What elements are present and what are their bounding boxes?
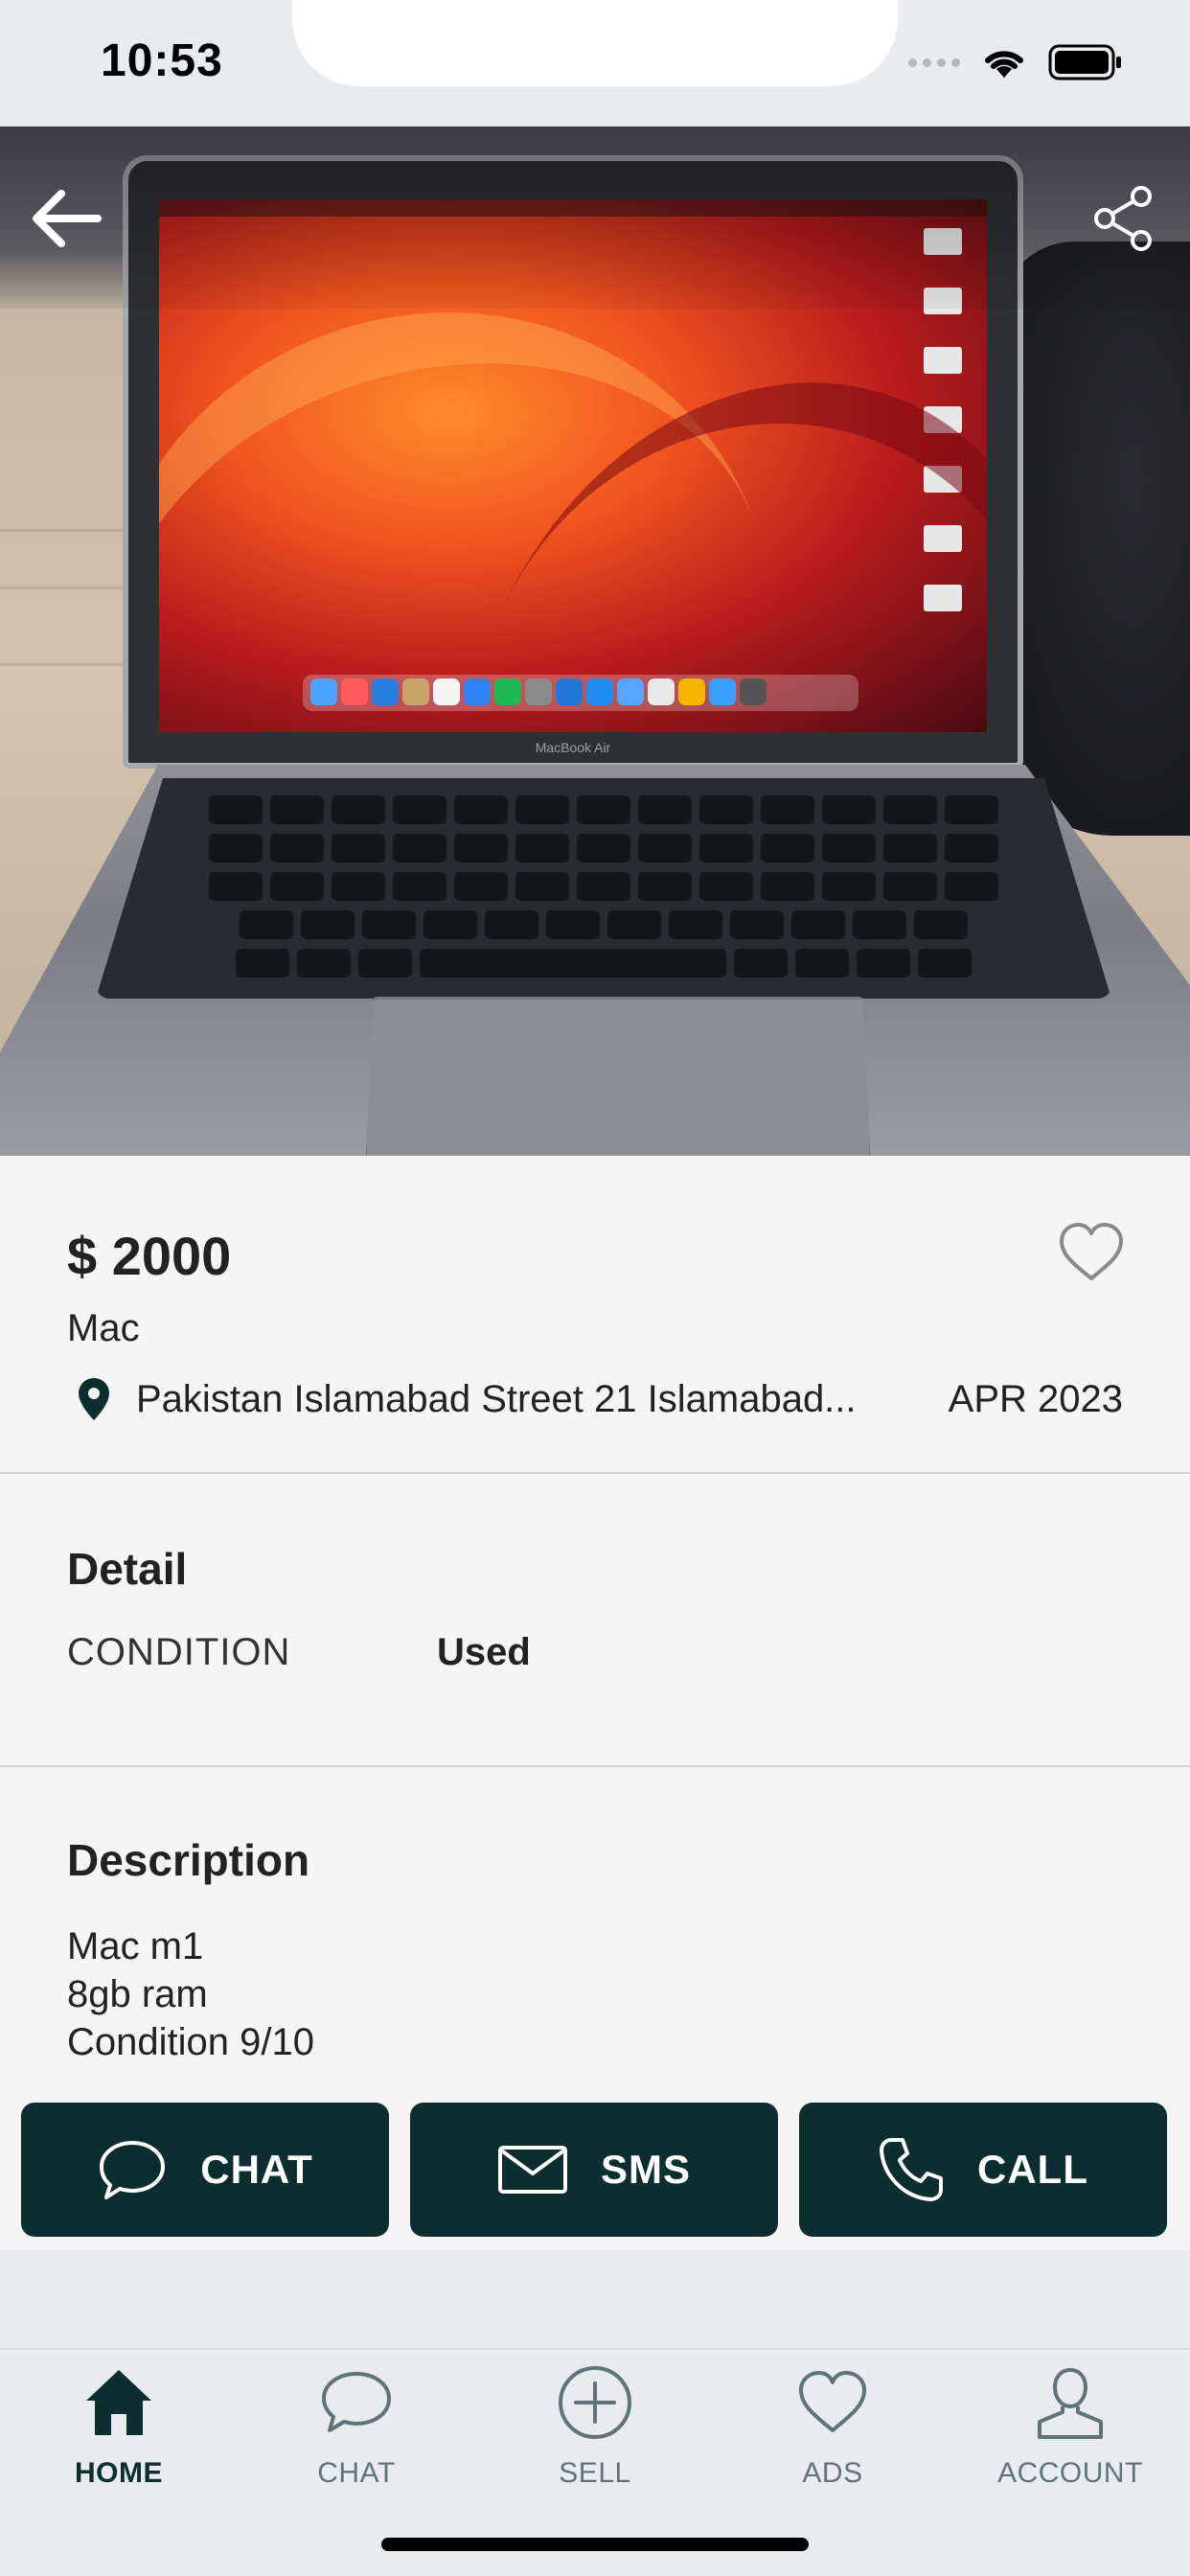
nav-label-chat: CHAT (317, 2457, 396, 2489)
home-indicator[interactable] (381, 2538, 809, 2551)
key-row (96, 949, 1111, 978)
chat-bubble-icon (100, 2141, 166, 2199)
description-line: Condition 9/10 (67, 2021, 314, 2063)
share-icon (1094, 186, 1152, 251)
listing-title: Mac (67, 1307, 140, 1349)
key-row (96, 834, 1111, 862)
share-button[interactable] (1085, 178, 1165, 259)
listing-date: APR 2023 (948, 1377, 1123, 1420)
battery-icon (1048, 44, 1121, 80)
user-icon (1029, 2361, 1111, 2444)
notch (292, 0, 898, 86)
plus-circle-icon (554, 2361, 636, 2444)
sms-button[interactable]: SMS (410, 2103, 778, 2237)
chat-button-label: CHAT (200, 2147, 313, 2192)
detail-heading: Detail (67, 1544, 188, 1594)
call-button-label: CALL (977, 2147, 1088, 2192)
nav-label-ads: ADS (802, 2457, 863, 2489)
chat-button[interactable]: CHAT (21, 2103, 389, 2237)
nav-item-chat[interactable]: CHAT (251, 2361, 462, 2505)
condition-value: Used (437, 1631, 531, 1673)
nav-label-sell: SELL (559, 2457, 631, 2489)
listing-location: Pakistan Islamabad Street 21 Islamabad..… (136, 1377, 857, 1420)
nav-item-home[interactable]: HOME (13, 2361, 224, 2505)
description-line: 8gb ram (67, 1973, 208, 2015)
description-heading: Description (67, 1835, 310, 1885)
location-row: Pakistan Islamabad Street 21 Islamabad..… (67, 1372, 1123, 1426)
listing-photo[interactable]: MacBook Air (0, 126, 1190, 1156)
divider (0, 1765, 1190, 1767)
nav-item-account[interactable]: ACCOUNT (965, 2361, 1176, 2505)
sms-button-label: SMS (600, 2147, 691, 2192)
heart-icon (1060, 1223, 1123, 1280)
phone-screen: 10:53 MacBook Air $ 2000 Mac Pakistan Is… (0, 0, 1190, 2576)
nav-label-account: ACCOUNT (997, 2457, 1143, 2489)
status-time: 10:53 (101, 35, 223, 86)
laptop-keyboard (96, 778, 1111, 999)
key-row (96, 910, 1111, 939)
nav-label-home: HOME (75, 2457, 163, 2489)
location-pin-icon (67, 1372, 121, 1426)
nav-item-sell[interactable]: SELL (490, 2361, 700, 2505)
favorite-button[interactable] (1056, 1221, 1127, 1288)
wifi-icon (985, 51, 1023, 78)
status-indicators (908, 44, 1123, 80)
photo-top-shade (0, 126, 1190, 309)
status-bar: 10:53 (0, 0, 1190, 126)
heart-icon (791, 2361, 874, 2444)
laptop-label: MacBook Air (535, 740, 611, 755)
bag-in-photo (998, 242, 1190, 836)
description-text: Mac m1 8gb ram Condition 9/10 (67, 1922, 314, 2066)
bottom-navigation: HOME CHAT SELL ADS ACCOUNT (0, 2250, 1190, 2576)
nav-item-ads[interactable]: ADS (727, 2361, 938, 2505)
listing-price: $ 2000 (67, 1226, 232, 1286)
call-button[interactable]: CALL (799, 2103, 1167, 2237)
description-line: Mac m1 (67, 1925, 204, 1967)
envelope-icon (497, 2146, 567, 2194)
key-row (96, 872, 1111, 901)
contact-actions: CHAT SMS CALL (0, 2082, 1190, 2250)
cellular-signal-icon (908, 58, 960, 67)
back-button[interactable] (25, 182, 105, 255)
screen-dock (303, 675, 858, 711)
chat-icon (315, 2361, 398, 2444)
condition-label: CONDITION (67, 1631, 291, 1673)
phone-icon (880, 2138, 943, 2201)
listing-details: $ 2000 Mac Pakistan Islamabad Street 21 … (0, 1156, 1190, 2082)
home-icon (78, 2361, 160, 2444)
key-row (96, 795, 1111, 824)
laptop-trackpad (364, 997, 872, 1156)
nav-divider (0, 2348, 1190, 2350)
divider (0, 1472, 1190, 1474)
arrow-left-icon (33, 190, 102, 247)
